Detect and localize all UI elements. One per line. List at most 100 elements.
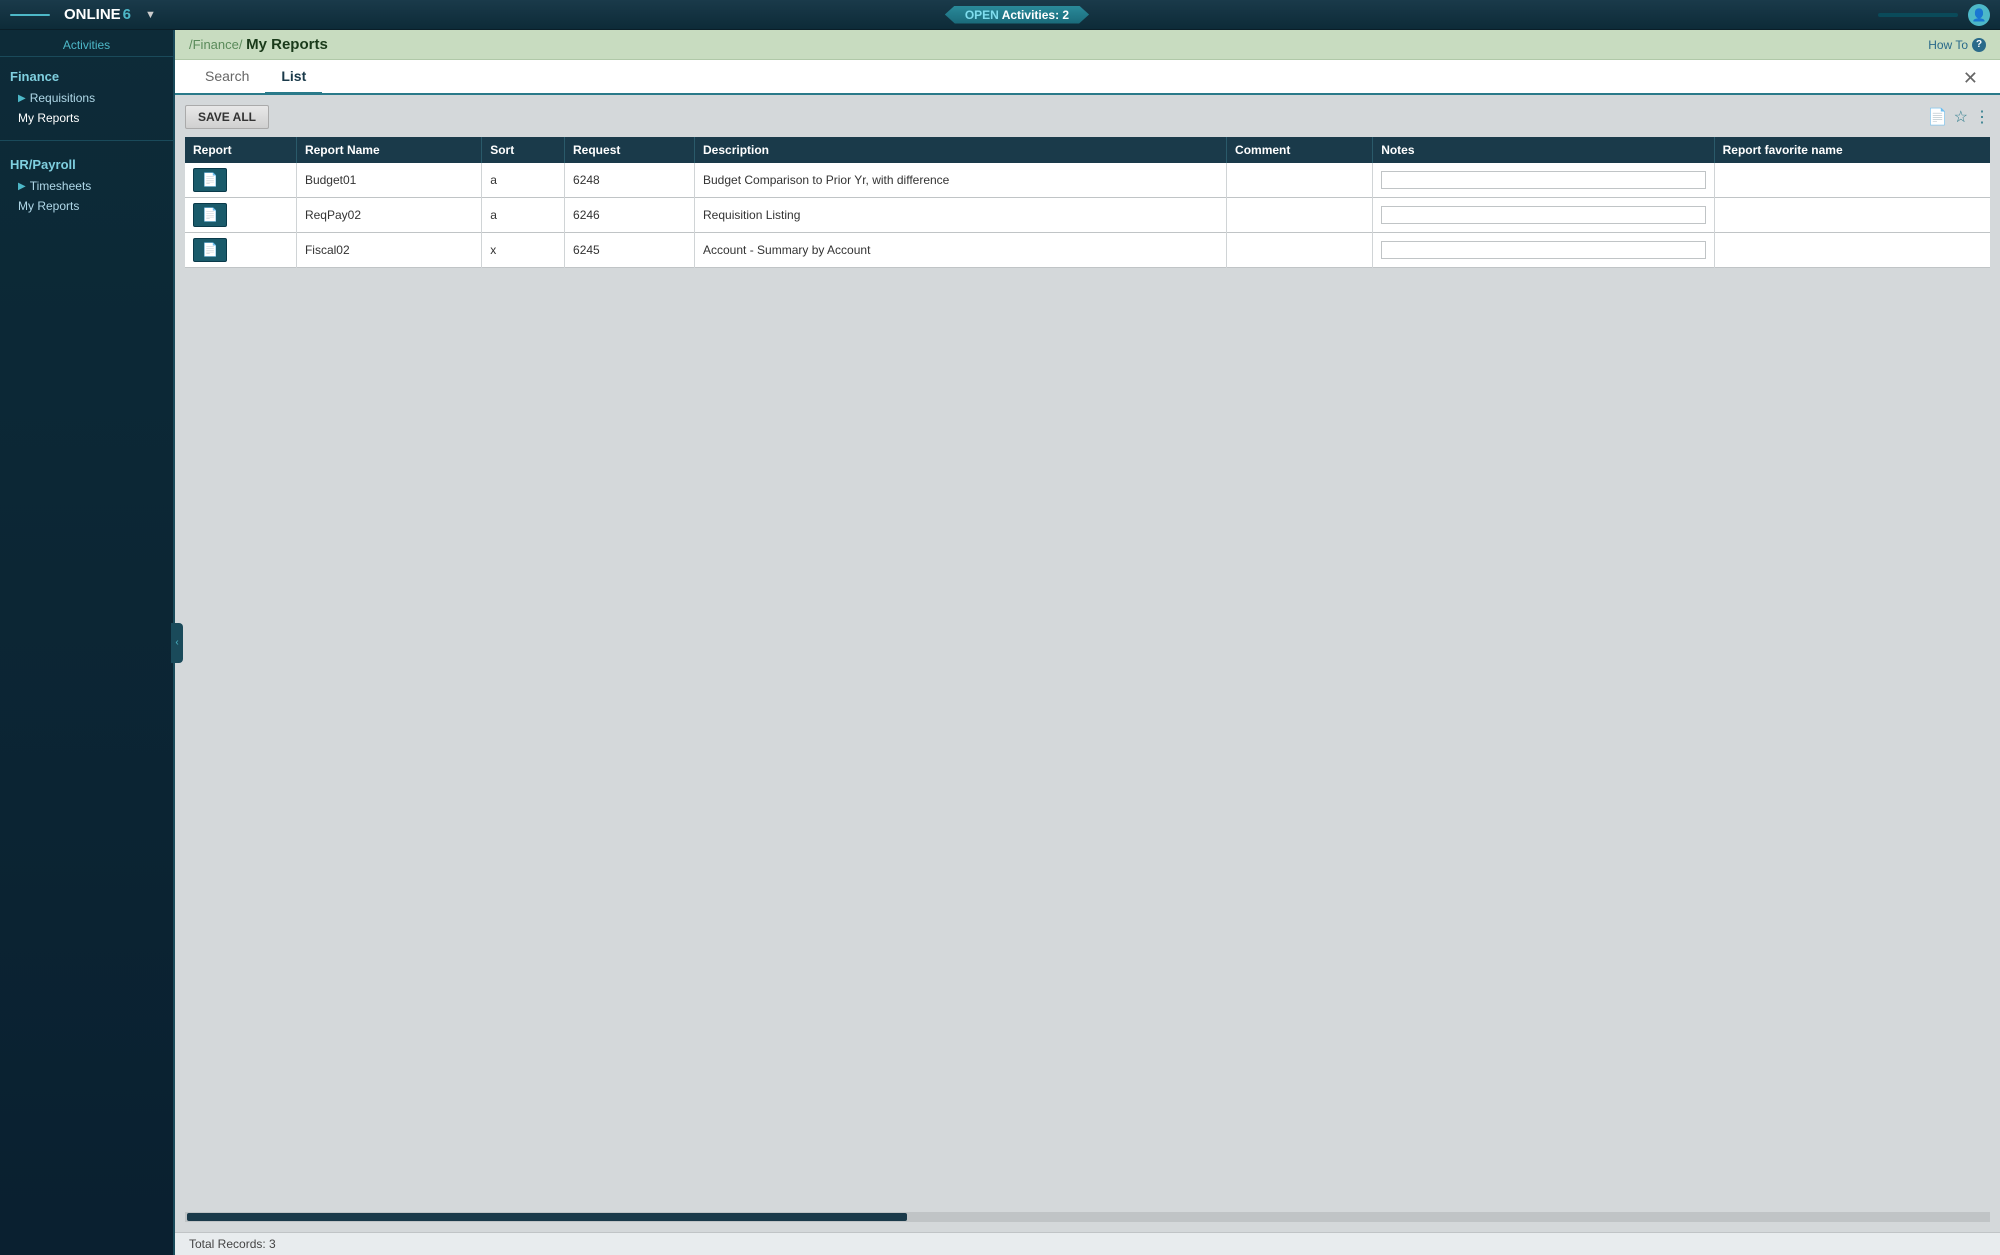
table-row: 📄 ReqPay02 a 6246 Requisition Listing — [185, 198, 1990, 233]
how-to-label: How To — [1928, 38, 1968, 52]
tab-search[interactable]: Search — [189, 60, 265, 95]
col-header-request: Request — [565, 137, 695, 163]
breadcrumb-path: /Finance/ — [189, 37, 242, 52]
notes-cell-3 — [1373, 233, 1714, 268]
col-header-notes: Notes — [1373, 137, 1714, 163]
tab-list[interactable]: List — [265, 60, 322, 95]
top-bar-right: 👤 — [1878, 4, 1990, 26]
breadcrumb-bar: /Finance/ My Reports How To ? — [175, 30, 2000, 60]
comment-cell-1 — [1227, 163, 1373, 198]
sidebar: Activities Finance ▶ Requisitions My Rep… — [0, 30, 175, 1255]
notes-input-2[interactable] — [1381, 206, 1705, 224]
request-cell-2: 6246 — [565, 198, 695, 233]
col-header-report-name: Report Name — [296, 137, 481, 163]
main-layout: Activities Finance ▶ Requisitions My Rep… — [0, 30, 2000, 1255]
col-header-description: Description — [695, 137, 1227, 163]
total-records-label: Total Records: 3 — [189, 1237, 276, 1251]
activities-badge: OPEN Activities: 2 — [945, 6, 1089, 24]
report-cell-3: 📄 — [185, 233, 296, 268]
activities-count: Activities: 2 — [1002, 8, 1069, 22]
breadcrumb-current: My Reports — [246, 36, 328, 53]
sort-cell-2: a — [482, 198, 565, 233]
footer-bar: Total Records: 3 — [175, 1232, 2000, 1255]
sidebar-item-timesheets[interactable]: ▶ Timesheets — [0, 176, 173, 196]
comment-cell-2 — [1227, 198, 1373, 233]
report-cell-2: 📄 — [185, 198, 296, 233]
top-bar-left: ONLINE 6 ▼ — [10, 6, 156, 23]
user-icon[interactable]: 👤 — [1968, 4, 1990, 26]
notes-cell-1 — [1373, 163, 1714, 198]
report-name-cell-2: ReqPay02 — [296, 198, 481, 233]
document-toolbar-icon[interactable]: 📄 — [1928, 107, 1948, 127]
content-area: /Finance/ My Reports How To ? Search Lis… — [175, 30, 2000, 1255]
logo-line-left — [10, 14, 50, 16]
favorite-name-cell-1 — [1714, 163, 1990, 198]
breadcrumb: /Finance/ My Reports — [189, 36, 328, 53]
table-container: Report Report Name Sort Request Descript… — [185, 137, 1990, 1212]
top-bar-dropdown[interactable]: ▼ — [145, 9, 156, 21]
notes-input-3[interactable] — [1381, 241, 1705, 259]
table-row: 📄 Budget01 a 6248 Budget Comparison to P… — [185, 163, 1990, 198]
close-button[interactable]: ✕ — [1955, 64, 1986, 93]
notes-cell-2 — [1373, 198, 1714, 233]
table-header-row: Report Report Name Sort Request Descript… — [185, 137, 1990, 163]
logo-six: 6 — [123, 6, 131, 23]
inner-content: SAVE ALL 📄 ☆ ⋮ Report Report Name Sort R — [175, 95, 2000, 1232]
sidebar-item-label-timesheets: Timesheets — [30, 179, 92, 193]
save-all-button[interactable]: SAVE ALL — [185, 105, 269, 129]
sidebar-section-finance: Finance ▶ Requisitions My Reports — [0, 57, 173, 136]
report-name-cell-3: Fiscal02 — [296, 233, 481, 268]
sidebar-item-my-reports-finance[interactable]: My Reports — [0, 108, 173, 128]
request-cell-3: 6245 — [565, 233, 695, 268]
star-toolbar-icon[interactable]: ☆ — [1954, 107, 1968, 127]
sidebar-item-my-reports-hr[interactable]: My Reports — [0, 196, 173, 216]
logo-area: ONLINE 6 — [58, 6, 137, 23]
scroll-thumb[interactable] — [187, 1213, 907, 1221]
col-header-sort: Sort — [482, 137, 565, 163]
notes-input-1[interactable] — [1381, 171, 1705, 189]
col-header-favorite-name: Report favorite name — [1714, 137, 1990, 163]
doc-icon-3: 📄 — [202, 242, 218, 258]
open-label: OPEN — [965, 8, 1002, 22]
sidebar-collapse-button[interactable]: ‹ — [171, 623, 183, 663]
sidebar-category-finance[interactable]: Finance — [0, 65, 173, 88]
doc-icon-1: 📄 — [202, 172, 218, 188]
favorite-name-cell-3 — [1714, 233, 1990, 268]
sort-cell-3: x — [482, 233, 565, 268]
request-cell-1: 6248 — [565, 163, 695, 198]
arrow-icon-timesheets: ▶ — [18, 181, 26, 192]
sidebar-category-hr[interactable]: HR/Payroll — [0, 153, 173, 176]
report-button-1[interactable]: 📄 — [193, 168, 227, 192]
doc-icon-2: 📄 — [202, 207, 218, 223]
sidebar-item-label-my-reports-hr: My Reports — [18, 199, 79, 213]
description-cell-2: Requisition Listing — [695, 198, 1227, 233]
horizontal-scrollbar[interactable] — [185, 1212, 1990, 1222]
description-cell-3: Account - Summary by Account — [695, 233, 1227, 268]
description-cell-1: Budget Comparison to Prior Yr, with diff… — [695, 163, 1227, 198]
sort-cell-1: a — [482, 163, 565, 198]
report-cell-1: 📄 — [185, 163, 296, 198]
report-button-3[interactable]: 📄 — [193, 238, 227, 262]
table-row: 📄 Fiscal02 x 6245 Account - Summary by A… — [185, 233, 1990, 268]
sidebar-item-requisitions[interactable]: ▶ Requisitions — [0, 88, 173, 108]
report-button-2[interactable]: 📄 — [193, 203, 227, 227]
reports-table: Report Report Name Sort Request Descript… — [185, 137, 1990, 268]
tabs-left: Search List — [189, 60, 322, 93]
tabs-bar: Search List ✕ — [175, 60, 2000, 95]
sidebar-item-label-my-reports-finance: My Reports — [18, 111, 79, 125]
sidebar-item-label-requisitions: Requisitions — [30, 91, 95, 105]
how-to-button[interactable]: How To ? — [1928, 38, 1986, 52]
sidebar-section-hr: HR/Payroll ▶ Timesheets My Reports — [0, 145, 173, 224]
top-bar: ONLINE 6 ▼ OPEN Activities: 2 👤 — [0, 0, 2000, 30]
columns-toolbar-icon[interactable]: ⋮ — [1974, 107, 1990, 127]
comment-cell-3 — [1227, 233, 1373, 268]
toolbar: SAVE ALL 📄 ☆ ⋮ — [185, 105, 1990, 129]
help-icon: ? — [1972, 38, 1986, 52]
arrow-icon-requisitions: ▶ — [18, 93, 26, 104]
report-name-cell-1: Budget01 — [296, 163, 481, 198]
logo-online: ONLINE — [64, 6, 121, 23]
sidebar-divider — [0, 140, 173, 141]
favorite-name-cell-2 — [1714, 198, 1990, 233]
sidebar-activities-label: Activities — [0, 30, 173, 57]
col-header-report: Report — [185, 137, 296, 163]
